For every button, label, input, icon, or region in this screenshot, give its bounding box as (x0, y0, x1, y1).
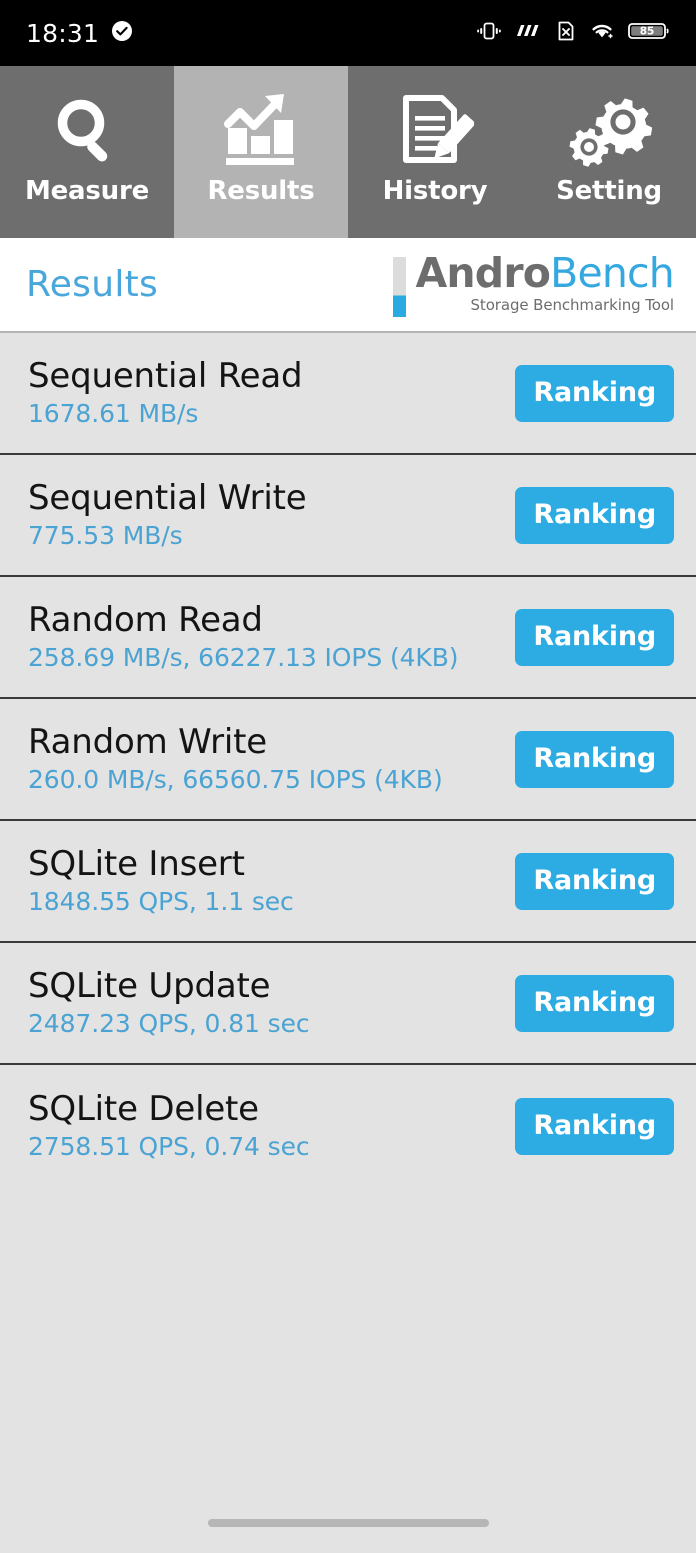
body-area: Sequential Read 1678.61 MB/s Ranking Seq… (0, 333, 696, 1553)
table-row[interactable]: Sequential Read 1678.61 MB/s Ranking (0, 333, 696, 455)
table-row[interactable]: SQLite Insert 1848.55 QPS, 1.1 sec Ranki… (0, 821, 696, 943)
androbench-logo: AndroBench Storage Benchmarking Tool (393, 252, 675, 317)
magnifier-icon (48, 88, 126, 174)
results-list: Sequential Read 1678.61 MB/s Ranking Seq… (0, 333, 696, 1187)
status-bar-clock: 18:31 (26, 18, 100, 48)
tab-setting-label: Setting (556, 176, 662, 206)
app-root: 18:31 85 Measure Results History Setting… (0, 0, 696, 1553)
verified-check-icon (110, 19, 134, 47)
table-row[interactable]: Random Read 258.69 MB/s, 66227.13 IOPS (… (0, 577, 696, 699)
row-texts: SQLite Delete 2758.51 QPS, 0.74 sec (28, 1089, 310, 1162)
tab-history-label: History (382, 176, 488, 206)
result-value: 258.69 MB/s, 66227.13 IOPS (4KB) (28, 643, 459, 673)
ranking-button[interactable]: Ranking (515, 364, 674, 422)
result-value: 260.0 MB/s, 66560.75 IOPS (4KB) (28, 765, 443, 795)
ranking-button[interactable]: Ranking (515, 608, 674, 666)
logo-secondary-text: Bench (550, 248, 675, 297)
result-title: Random Write (28, 722, 267, 763)
wifi-icon (588, 19, 616, 47)
row-texts: SQLite Update 2487.23 QPS, 0.81 sec (28, 966, 310, 1039)
result-value: 1678.61 MB/s (28, 399, 199, 429)
battery-level-text: 85 (640, 25, 655, 37)
table-row[interactable]: SQLite Update 2487.23 QPS, 0.81 sec Rank… (0, 943, 696, 1065)
bar-chart-arrow-icon (220, 88, 302, 174)
vibrate-icon (476, 19, 502, 47)
row-texts: SQLite Insert 1848.55 QPS, 1.1 sec (28, 844, 294, 917)
tab-history[interactable]: History (348, 66, 522, 238)
tab-setting[interactable]: Setting (522, 66, 696, 238)
result-title: SQLite Insert (28, 844, 245, 885)
table-row[interactable]: SQLite Delete 2758.51 QPS, 0.74 sec Rank… (0, 1065, 696, 1187)
row-texts: Random Read 258.69 MB/s, 66227.13 IOPS (… (28, 600, 459, 673)
result-value: 2487.23 QPS, 0.81 sec (28, 1009, 310, 1039)
logo-text: AndroBench Storage Benchmarking Tool (415, 252, 675, 314)
result-title: SQLite Update (28, 966, 271, 1007)
system-navigation-bar (0, 1493, 696, 1553)
ranking-button[interactable]: Ranking (515, 730, 674, 788)
row-texts: Sequential Read 1678.61 MB/s (28, 356, 303, 429)
page-title: Results (26, 264, 159, 305)
logo-primary-text: Andro (415, 248, 551, 297)
sim-card-off-icon (556, 19, 576, 47)
tab-results[interactable]: Results (174, 66, 348, 238)
status-bar: 18:31 85 (0, 0, 696, 66)
result-title: Sequential Write (28, 478, 307, 519)
result-value: 775.53 MB/s (28, 521, 183, 551)
result-value: 1848.55 QPS, 1.1 sec (28, 887, 294, 917)
page-header: Results AndroBench Storage Benchmarking … (0, 238, 696, 333)
result-title: SQLite Delete (28, 1089, 259, 1130)
home-indicator[interactable] (207, 1519, 489, 1527)
logo-wordmark: AndroBench (415, 252, 674, 294)
row-texts: Random Write 260.0 MB/s, 66560.75 IOPS (… (28, 722, 443, 795)
result-value: 2758.51 QPS, 0.74 sec (28, 1132, 310, 1162)
result-title: Sequential Read (28, 356, 303, 397)
result-title: Random Read (28, 600, 263, 641)
tab-measure[interactable]: Measure (0, 66, 174, 238)
battery-icon: 85 (628, 19, 670, 47)
status-bar-right: 85 (476, 19, 670, 47)
ranking-button[interactable]: Ranking (515, 1097, 674, 1155)
row-texts: Sequential Write 775.53 MB/s (28, 478, 307, 551)
gears-icon (566, 88, 652, 174)
status-bar-left: 18:31 (26, 19, 134, 48)
table-row[interactable]: Random Write 260.0 MB/s, 66560.75 IOPS (… (0, 699, 696, 821)
ranking-button[interactable]: Ranking (515, 974, 674, 1032)
empty-list-area (0, 1187, 696, 1493)
document-pencil-icon (396, 88, 474, 174)
table-row[interactable]: Sequential Write 775.53 MB/s Ranking (0, 455, 696, 577)
tab-bar: Measure Results History Setting (0, 66, 696, 238)
tab-measure-label: Measure (24, 176, 150, 206)
ranking-button[interactable]: Ranking (515, 852, 674, 910)
signal-bars-icon (514, 19, 544, 47)
tab-results-label: Results (207, 176, 315, 206)
logo-tagline: Storage Benchmarking Tool (470, 295, 675, 314)
ranking-button[interactable]: Ranking (515, 486, 674, 544)
logo-bar-icon (393, 256, 407, 317)
